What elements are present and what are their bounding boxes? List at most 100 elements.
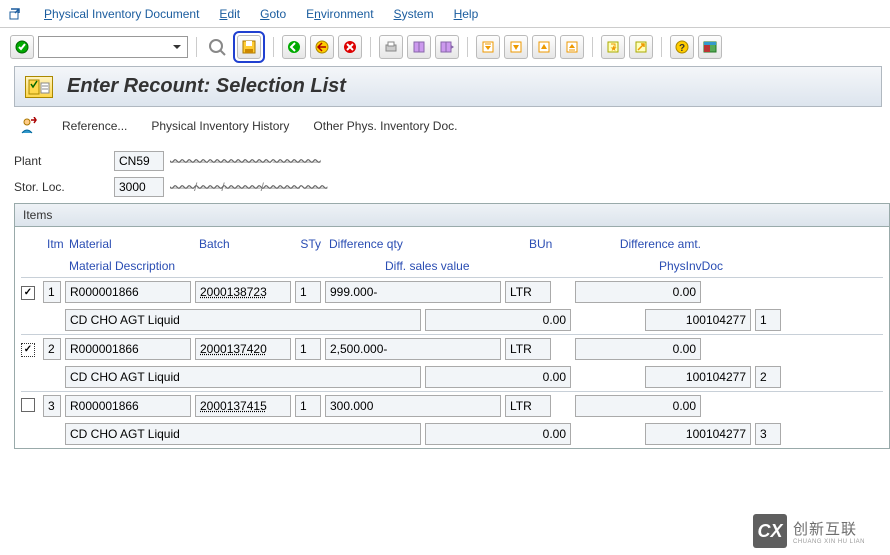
row-checkbox[interactable] xyxy=(21,286,35,300)
generate-shortcut-button[interactable] xyxy=(629,35,653,59)
grid-header-row2: Material Description Diff. sales value P… xyxy=(21,255,883,277)
diff-qty-field[interactable]: 999.000- xyxy=(325,281,501,303)
table-row: 3 R000001866 2000137415 1 300.000 LTR 0.… xyxy=(21,391,883,448)
select-all-icon[interactable] xyxy=(25,76,53,98)
history-link[interactable]: Physical Inventory History xyxy=(151,119,289,133)
row-checkbox[interactable] xyxy=(21,343,35,357)
stor-loc-desc: ——/——/———/——— —— xyxy=(170,180,327,194)
col-material: Material xyxy=(65,235,195,253)
reference-icon[interactable] xyxy=(20,117,38,135)
menu-physical-inventory[interactable]: Physical Inventory Document xyxy=(44,7,199,21)
exit-button[interactable] xyxy=(310,35,334,59)
table-row: 1 R000001866 2000138723 1 999.000- LTR 0… xyxy=(21,277,883,334)
last-page-button[interactable] xyxy=(560,35,584,59)
col-bun: BUn xyxy=(525,235,575,253)
sub-toolbar: Reference... Physical Inventory History … xyxy=(0,107,890,145)
menu-environment[interactable]: Environment xyxy=(306,7,373,21)
table-row: 2 R000001866 2000137420 1 2,500.000- LTR… xyxy=(21,334,883,391)
separator xyxy=(661,37,662,57)
seq-field[interactable]: 3 xyxy=(755,423,781,445)
col-diff-amt: Difference amt. xyxy=(575,235,705,253)
col-sty: STy xyxy=(295,235,325,253)
row-checkbox[interactable] xyxy=(21,398,35,412)
col-itm: Itm xyxy=(43,235,65,253)
sty-field[interactable]: 1 xyxy=(295,281,321,303)
separator xyxy=(273,37,274,57)
seq-field[interactable]: 2 xyxy=(755,366,781,388)
itm-number: 1 xyxy=(43,281,61,303)
items-grid: Itm Material Batch STy Difference qty BU… xyxy=(15,227,889,448)
plant-label: Plant xyxy=(14,154,114,168)
physinv-field[interactable]: 100104277 xyxy=(645,423,751,445)
items-panel: Items Itm Material Batch STy Difference … xyxy=(14,203,890,449)
other-doc-link[interactable]: Other Phys. Inventory Doc. xyxy=(313,119,457,133)
menu-edit[interactable]: Edit xyxy=(219,7,240,21)
sty-field[interactable]: 1 xyxy=(295,395,321,417)
itm-number: 2 xyxy=(43,338,61,360)
diff-qty-field[interactable]: 2,500.000- xyxy=(325,338,501,360)
svg-text:★: ★ xyxy=(610,44,617,53)
first-page-button[interactable] xyxy=(476,35,500,59)
new-session-button[interactable]: ★ xyxy=(601,35,625,59)
find-next-button[interactable] xyxy=(435,35,459,59)
bun-field[interactable]: LTR xyxy=(505,395,551,417)
prev-page-button[interactable] xyxy=(504,35,528,59)
batch-field[interactable]: 2000138723 xyxy=(195,281,291,303)
diff-amt-field[interactable]: 0.00 xyxy=(575,338,701,360)
watermark-text: 创新互联 xyxy=(793,518,865,539)
command-field[interactable] xyxy=(38,36,188,58)
next-page-button[interactable] xyxy=(532,35,556,59)
diff-sales-field[interactable]: 0.00 xyxy=(425,423,571,445)
menu-expand-icon[interactable] xyxy=(8,6,24,22)
find-button[interactable] xyxy=(407,35,431,59)
title-bar: Enter Recount: Selection List xyxy=(14,66,882,107)
material-field[interactable]: R000001866 xyxy=(65,395,191,417)
material-field[interactable]: R000001866 xyxy=(65,338,191,360)
header-fields: Plant CN59 ——— ————— ———— Stor. Loc. 300… xyxy=(14,149,876,199)
layout-button[interactable] xyxy=(698,35,722,59)
menu-help[interactable]: Help xyxy=(454,7,479,21)
page-title: Enter Recount: Selection List xyxy=(67,75,346,98)
watermark-logo: CX xyxy=(753,514,787,548)
stor-loc-value[interactable]: 3000 xyxy=(114,177,164,197)
svg-text:?: ? xyxy=(679,43,685,54)
watermark-sub: CHUANG XIN HU LIAN xyxy=(793,539,865,545)
save-button-highlighted[interactable] xyxy=(233,31,265,63)
menu-system[interactable]: System xyxy=(394,7,434,21)
col-physinv: PhysInvDoc xyxy=(655,257,785,275)
separator xyxy=(467,37,468,57)
batch-field[interactable]: 2000137420 xyxy=(195,338,291,360)
mat-desc-field[interactable]: CD CHO AGT Liquid xyxy=(65,309,421,331)
back-button[interactable] xyxy=(282,35,306,59)
plant-desc: ——— ————— ———— xyxy=(170,154,321,168)
enter-button[interactable] xyxy=(10,35,34,59)
batch-field[interactable]: 2000137415 xyxy=(195,395,291,417)
grid-header-row1: Itm Material Batch STy Difference qty BU… xyxy=(21,233,883,255)
help-button[interactable]: ? xyxy=(670,35,694,59)
menu-goto[interactable]: Goto xyxy=(260,7,286,21)
separator xyxy=(592,37,593,57)
sty-field[interactable]: 1 xyxy=(295,338,321,360)
mat-desc-field[interactable]: CD CHO AGT Liquid xyxy=(65,366,421,388)
cancel-button[interactable] xyxy=(338,35,362,59)
diff-amt-field[interactable]: 0.00 xyxy=(575,395,701,417)
mat-desc-field[interactable]: CD CHO AGT Liquid xyxy=(65,423,421,445)
bun-field[interactable]: LTR xyxy=(505,338,551,360)
watermark: CX 创新互联 CHUANG XIN HU LIAN xyxy=(751,511,886,551)
reference-link[interactable]: Reference... xyxy=(62,119,127,133)
diff-amt-field[interactable]: 0.00 xyxy=(575,281,701,303)
toolbar: ★ ? xyxy=(0,28,890,66)
physinv-field[interactable]: 100104277 xyxy=(645,366,751,388)
bun-field[interactable]: LTR xyxy=(505,281,551,303)
back-glass-icon[interactable] xyxy=(205,35,229,59)
diff-sales-field[interactable]: 0.00 xyxy=(425,366,571,388)
stor-loc-label: Stor. Loc. xyxy=(14,180,114,194)
print-button[interactable] xyxy=(379,35,403,59)
physinv-field[interactable]: 100104277 xyxy=(645,309,751,331)
diff-qty-field[interactable]: 300.000 xyxy=(325,395,501,417)
dropdown-icon xyxy=(169,39,185,55)
seq-field[interactable]: 1 xyxy=(755,309,781,331)
diff-sales-field[interactable]: 0.00 xyxy=(425,309,571,331)
plant-value[interactable]: CN59 xyxy=(114,151,164,171)
material-field[interactable]: R000001866 xyxy=(65,281,191,303)
